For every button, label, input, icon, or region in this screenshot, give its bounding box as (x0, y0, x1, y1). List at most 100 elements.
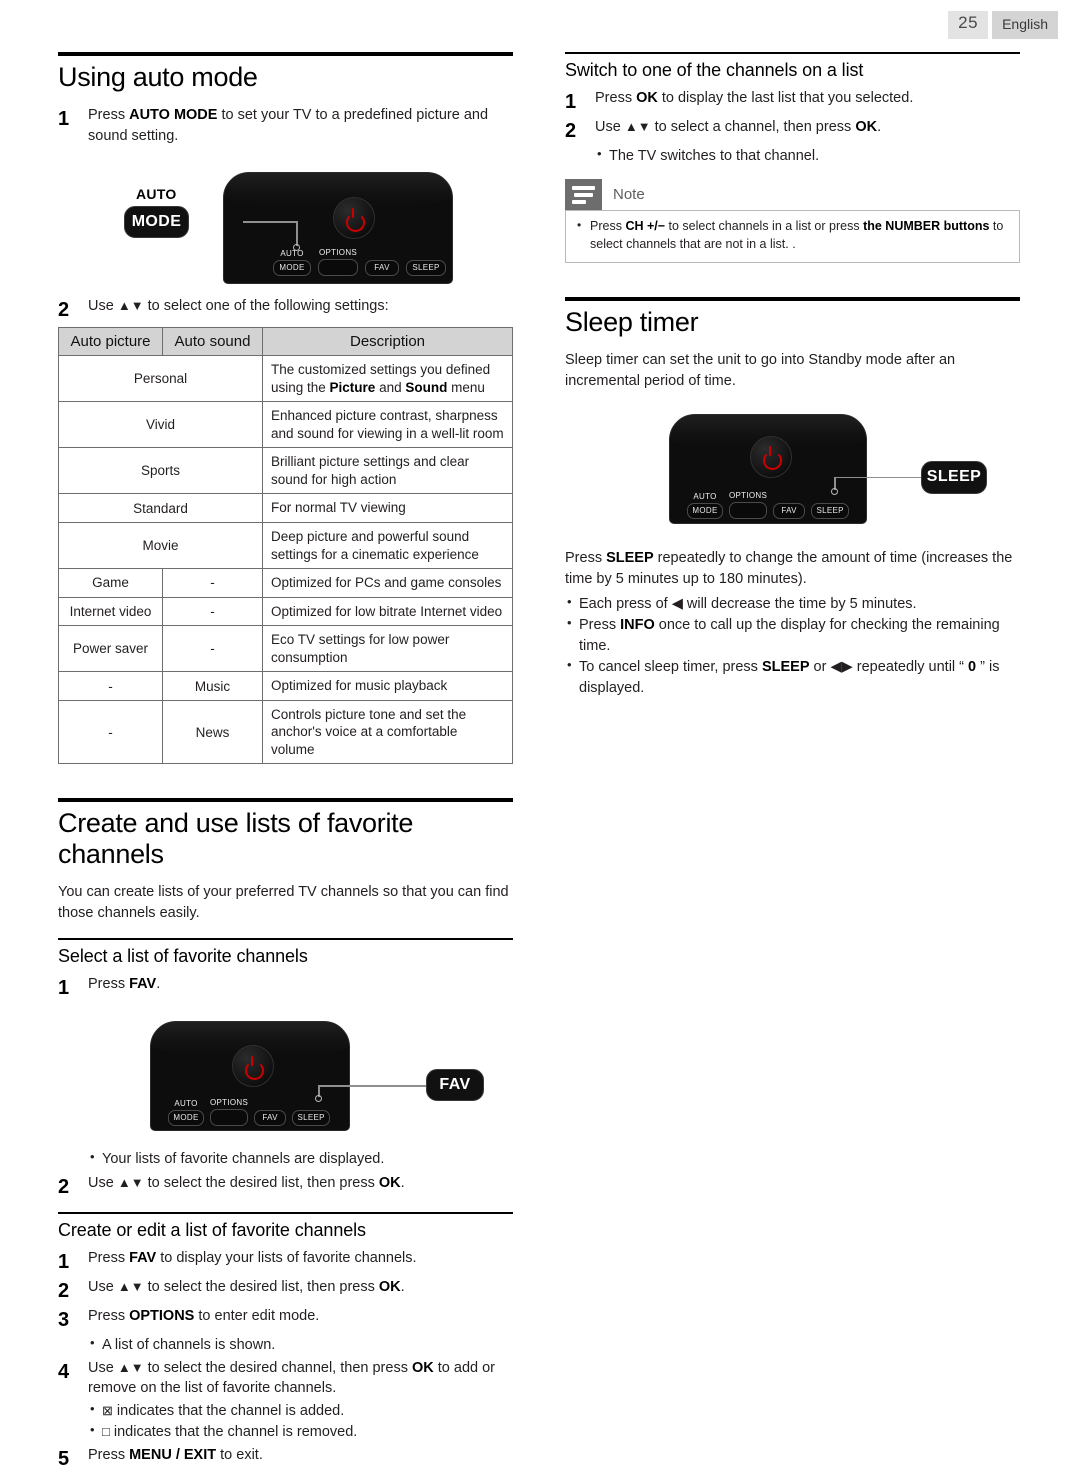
callout-button-mode: MODE (124, 206, 189, 239)
key-ok: OK (378, 1174, 401, 1191)
key-fav: FAV (129, 1249, 157, 1266)
remote-sleep-group: SLEEP (811, 502, 850, 519)
remote-button-sleep: SLEEP (406, 260, 446, 277)
cell-description: Enhanced picture contrast, sharpness and… (262, 401, 513, 449)
step-text-a: Press (88, 1307, 130, 1324)
power-button-art (750, 435, 792, 478)
remote-fav-group: FAV (773, 502, 806, 519)
step-text: Press FAV to display your lists of favor… (88, 1248, 513, 1269)
step-number: 1 (565, 91, 577, 113)
table-row: Vivid Enhanced picture contrast, sharpnes… (58, 401, 513, 449)
note-block: Note Press CH +/− to select channels in … (565, 179, 1020, 263)
step-create-edit-2: 2 Use ▲▼ to select the desired list, the… (58, 1277, 513, 1304)
bullet-list-switch: The TV switches to that channel. (565, 145, 1020, 167)
arrow-up-down-icon: ▲▼ (117, 1278, 144, 1294)
key-options: OPTIONS (129, 1307, 195, 1324)
remote-button-mode: MODE (273, 260, 311, 277)
remote-button-sleep: SLEEP (292, 1110, 331, 1127)
empty-box-icon: □ (102, 1423, 110, 1439)
note-body: Press CH +/− to select channels in a lis… (565, 210, 1020, 263)
remote-auto-mode-group: AUTO MODE (273, 249, 311, 277)
cell-auto-sound: News (162, 699, 263, 765)
subsection-rule (58, 938, 513, 941)
power-icon (762, 446, 782, 471)
page-number: 25 (948, 11, 989, 39)
page-title-using-auto-mode: Using auto mode (58, 62, 258, 92)
list-item-text: indicates that the channel is added. (112, 1402, 345, 1419)
cell-description: Optimized for music playback (262, 671, 513, 701)
cell-description: Brilliant picture settings and clear sou… (262, 447, 513, 495)
list-item: ⊠ indicates that the channel is added. (88, 1400, 513, 1422)
step-text-c: . (400, 1278, 405, 1295)
callout-label-auto: AUTO (136, 186, 177, 203)
cell-setting-name: Vivid (58, 401, 263, 449)
cell-description: Deep picture and powerful sound settings… (262, 521, 513, 570)
step-text-a: Use (595, 119, 625, 135)
step-text: Press OK to display the last list that y… (595, 88, 1020, 109)
remote-button-options (729, 501, 768, 519)
step-auto-mode-2: 2 Use ▲▼ to select one of the following … (58, 296, 513, 323)
section-rule (58, 798, 513, 803)
note-title: Note (613, 186, 645, 204)
step-text-c: . (877, 119, 882, 135)
emphasis-text: Sound (405, 379, 448, 395)
sleep-timer-intro-text: Sleep timer can set the unit to go into … (565, 351, 956, 389)
section-rule (565, 296, 1020, 301)
table-row: Sports Brilliant picture settings and cle… (58, 447, 513, 495)
remote-options-group: OPTIONS (318, 249, 358, 277)
remote-fav-group: FAV (254, 1110, 287, 1127)
remote-button-sleep: SLEEP (811, 502, 850, 519)
step-text: Use ▲▼ to select the desired channel, th… (88, 1358, 513, 1399)
remote-diagram-sleep: AUTO MODE OPTIONS FAV SLEEP SLEEP (565, 406, 1020, 536)
page-language-label: English (992, 11, 1058, 39)
callout-line-horizontal (243, 221, 298, 223)
step-number: 2 (58, 1279, 70, 1302)
emphasis-text: SLEEP (606, 549, 654, 566)
auto-settings-table: Auto picture Auto sound Description Pers… (58, 327, 513, 765)
page-title-sleep-timer: Sleep timer (565, 306, 699, 337)
step-number: 2 (565, 120, 577, 142)
emphasis-text: Picture (329, 379, 376, 395)
cell-setting-name: Movie (58, 521, 263, 570)
callout-button-fav: FAV (426, 1069, 484, 1102)
table-row: Game - Optimized for PCs and game consoles (58, 568, 513, 598)
remote-label-auto: AUTO (693, 491, 717, 501)
note-list: Press CH +/− to select channels in a lis… (576, 217, 1009, 254)
table-row: Internet video - Optimized for low bitrate… (58, 596, 513, 627)
text-run: To cancel sleep timer, press (579, 658, 762, 675)
callout-line-horizontal (318, 1085, 426, 1087)
remote-options-group: OPTIONS (729, 490, 768, 519)
remote-label-options: OPTIONS (729, 490, 768, 500)
step-text: Use ▲▼ to select one of the following se… (88, 296, 513, 317)
step-create-edit-1: 1 Press FAV to display your lists of fav… (58, 1248, 513, 1275)
remote-sleep-group: SLEEP (292, 1110, 331, 1127)
step-text-a: Use (88, 298, 118, 315)
section-rule (58, 52, 513, 56)
subsection-title-switch-channels: Switch to one of the channels on a list (565, 60, 864, 80)
step-select-list-2: 2 Use ▲▼ to select the desired list, the… (58, 1173, 513, 1200)
step-number: 1 (58, 1250, 70, 1273)
arrow-up-down-icon: ▲▼ (117, 1174, 144, 1190)
page-title-favorite-channels: Create and use lists of favorite channel… (58, 808, 414, 870)
step-text-b: to select one of the following settings: (143, 298, 389, 315)
cell-setting-name: Personal (58, 355, 263, 403)
callout-button-sleep: SLEEP (921, 460, 987, 494)
column-header-description: Description (262, 327, 513, 357)
step-text-b: to enter edit mode. (194, 1307, 320, 1324)
remote-button-options (318, 259, 358, 277)
cell-description: Optimized for PCs and game consoles (262, 568, 513, 598)
list-item: To cancel sleep timer, press SLEEP or ◀▶… (565, 656, 1020, 699)
callout-line-vertical (296, 222, 298, 247)
key-menu-exit: MENU / EXIT (129, 1446, 217, 1463)
step-text-a: Press (595, 90, 637, 106)
text-run: Press (565, 549, 607, 566)
right-column: Switch to one of the channels on a list … (565, 52, 1020, 1474)
cell-auto-picture: Internet video (58, 596, 163, 627)
list-item: Your lists of favorite channels are disp… (88, 1148, 513, 1170)
key-ok: OK (636, 90, 658, 106)
remote-button-row: AUTO MODE OPTIONS FAV SLEEP (687, 490, 850, 519)
remote-label-auto: AUTO (280, 249, 304, 259)
step-text-b: to exit. (216, 1446, 263, 1463)
step-text: Press OPTIONS to enter edit mode. (88, 1306, 513, 1327)
step-text-b: to select the desired channel, then pres… (143, 1359, 412, 1376)
